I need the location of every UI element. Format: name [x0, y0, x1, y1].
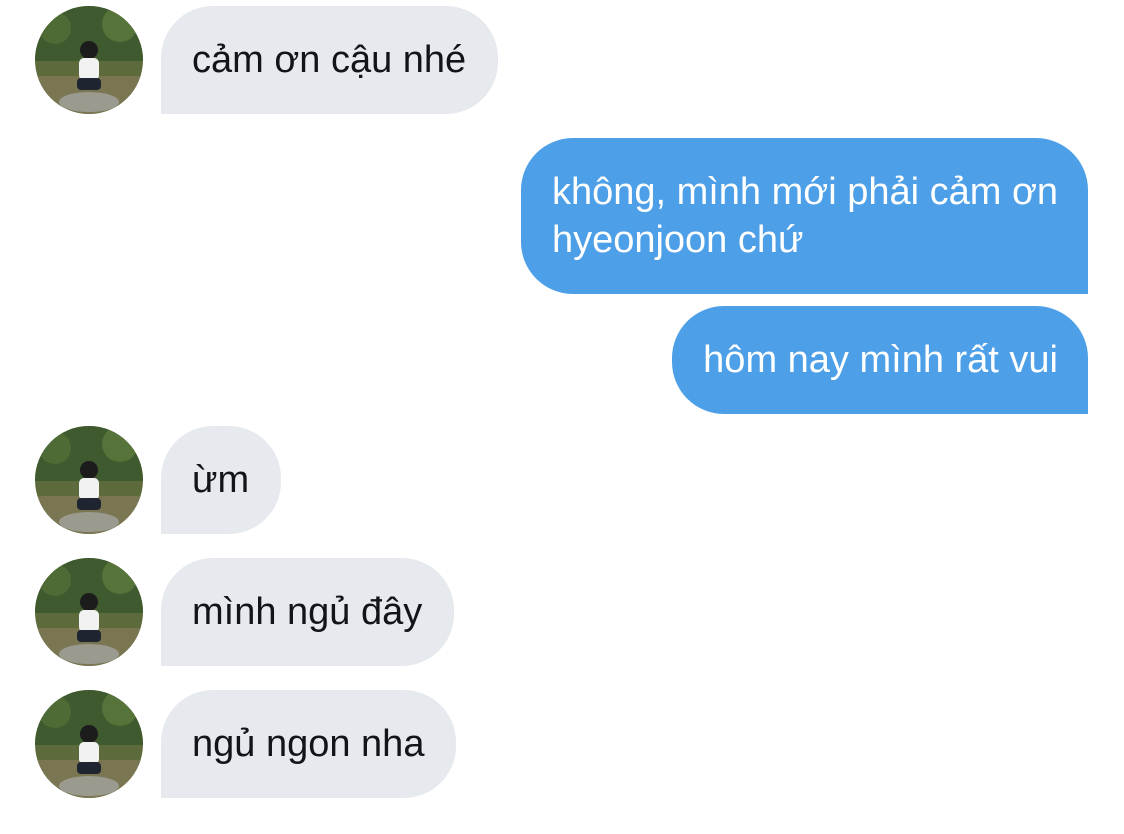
- avatar-photo-icon: [35, 6, 143, 114]
- message-text: cảm ơn cậu nhé: [192, 39, 467, 81]
- outgoing-message-bubble[interactable]: hôm nay mình rất vui: [672, 306, 1088, 414]
- contact-avatar[interactable]: [35, 690, 143, 798]
- message-text-line-2: hyeonjoon chứ: [551, 219, 804, 261]
- contact-avatar[interactable]: [35, 558, 143, 666]
- message-text: ừm: [192, 459, 250, 501]
- incoming-message-bubble[interactable]: ngủ ngon nha: [161, 690, 457, 798]
- incoming-message-bubble[interactable]: mình ngủ đây: [161, 558, 455, 666]
- avatar-photo-icon: [35, 690, 143, 798]
- incoming-message-bubble[interactable]: ừm: [161, 426, 282, 534]
- message-text: mình ngủ đây: [192, 591, 423, 633]
- message-text: hôm nay mình rất vui: [703, 339, 1058, 381]
- incoming-message-bubble[interactable]: cảm ơn cậu nhé: [161, 6, 499, 114]
- contact-avatar[interactable]: [35, 6, 143, 114]
- avatar-photo-icon: [35, 558, 143, 666]
- outgoing-message-bubble[interactable]: không, mình mới phải cảm ơn hyeonjoon ch…: [520, 138, 1088, 294]
- chat-thread: cảm ơn cậu nhé không, mình mới phải cảm …: [0, 0, 1124, 834]
- contact-avatar[interactable]: [35, 426, 143, 534]
- avatar-photo-icon: [35, 426, 143, 534]
- message-text-line-1: không, mình mới phải cảm ơn: [551, 171, 1058, 213]
- message-text: ngủ ngon nha: [192, 723, 425, 765]
